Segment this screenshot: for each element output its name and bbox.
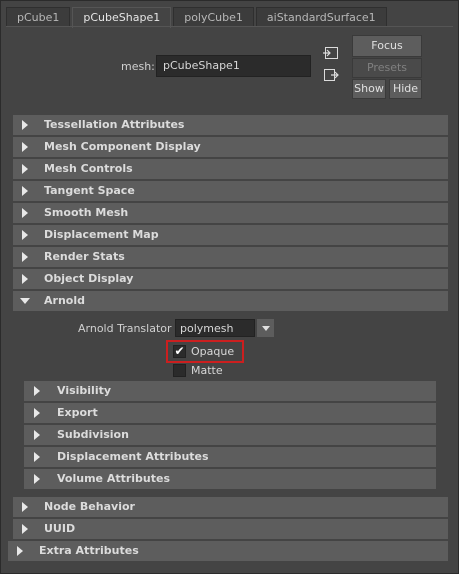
tab-pcube1[interactable]: pCube1 — [6, 7, 71, 26]
arnold-translator-select[interactable]: polymesh — [175, 319, 255, 337]
section-node-behavior[interactable]: Node Behavior — [13, 497, 448, 517]
section-displacement-attributes[interactable]: Displacement Attributes — [24, 447, 436, 467]
section-uuid[interactable]: UUID — [13, 519, 448, 539]
matte-checkbox[interactable] — [173, 364, 186, 377]
dropdown-arrow-icon[interactable] — [257, 319, 274, 337]
expand-arrow-icon — [18, 497, 32, 517]
opaque-checkbox[interactable]: ✔ — [173, 345, 186, 358]
section-render-stats[interactable]: Render Stats — [13, 247, 448, 267]
show-button[interactable]: Show — [352, 79, 386, 99]
tab-divider — [6, 26, 453, 27]
section-tessellation-attributes[interactable]: Tessellation Attributes — [13, 115, 448, 135]
matte-label: Matte — [191, 364, 223, 377]
opaque-label: Opaque — [191, 345, 235, 358]
collapse-arrow-icon — [18, 291, 32, 311]
expand-arrow-icon — [18, 519, 32, 539]
section-mesh-component-display[interactable]: Mesh Component Display — [13, 137, 448, 157]
expand-arrow-icon — [18, 269, 32, 289]
section-volume-attributes[interactable]: Volume Attributes — [24, 469, 436, 489]
section-arnold[interactable]: Arnold — [13, 291, 448, 311]
expand-arrow-icon — [30, 381, 44, 401]
expand-arrow-icon — [30, 425, 44, 445]
input-connection-icon[interactable] — [323, 46, 339, 60]
expand-arrow-icon — [30, 469, 44, 489]
section-displacement-map[interactable]: Displacement Map — [13, 225, 448, 245]
expand-arrow-icon — [18, 203, 32, 223]
section-export[interactable]: Export — [24, 403, 436, 423]
section-smooth-mesh[interactable]: Smooth Mesh — [13, 203, 448, 223]
section-tangent-space[interactable]: Tangent Space — [13, 181, 448, 201]
tab-pcubeshape1[interactable]: pCubeShape1 — [72, 7, 172, 28]
mesh-label: mesh: — [121, 60, 155, 73]
output-connection-icon[interactable] — [323, 68, 339, 82]
expand-arrow-icon — [18, 115, 32, 135]
attribute-editor: pCube1 pCubeShape1 polyCube1 aiStandardS… — [0, 0, 459, 574]
tab-aistandardsurface1[interactable]: aiStandardSurface1 — [255, 7, 387, 26]
tab-polycube1[interactable]: polyCube1 — [173, 7, 254, 26]
expand-arrow-icon — [18, 225, 32, 245]
section-visibility[interactable]: Visibility — [24, 381, 436, 401]
hide-button[interactable]: Hide — [389, 79, 422, 99]
node-tabs: pCube1 pCubeShape1 polyCube1 aiStandardS… — [6, 7, 389, 28]
expand-arrow-icon — [13, 541, 27, 561]
section-extra-attributes[interactable]: Extra Attributes — [8, 541, 448, 561]
section-mesh-controls[interactable]: Mesh Controls — [13, 159, 448, 179]
expand-arrow-icon — [18, 159, 32, 179]
focus-button[interactable]: Focus — [352, 35, 422, 57]
expand-arrow-icon — [18, 181, 32, 201]
expand-arrow-icon — [30, 403, 44, 423]
expand-arrow-icon — [18, 247, 32, 267]
section-object-display[interactable]: Object Display — [13, 269, 448, 289]
expand-arrow-icon — [30, 447, 44, 467]
section-subdivision[interactable]: Subdivision — [24, 425, 436, 445]
mesh-name-field[interactable]: pCubeShape1 — [156, 55, 311, 77]
arnold-translator-label: Arnold Translator — [78, 322, 172, 335]
presets-button[interactable]: Presets — [352, 58, 422, 78]
expand-arrow-icon — [18, 137, 32, 157]
